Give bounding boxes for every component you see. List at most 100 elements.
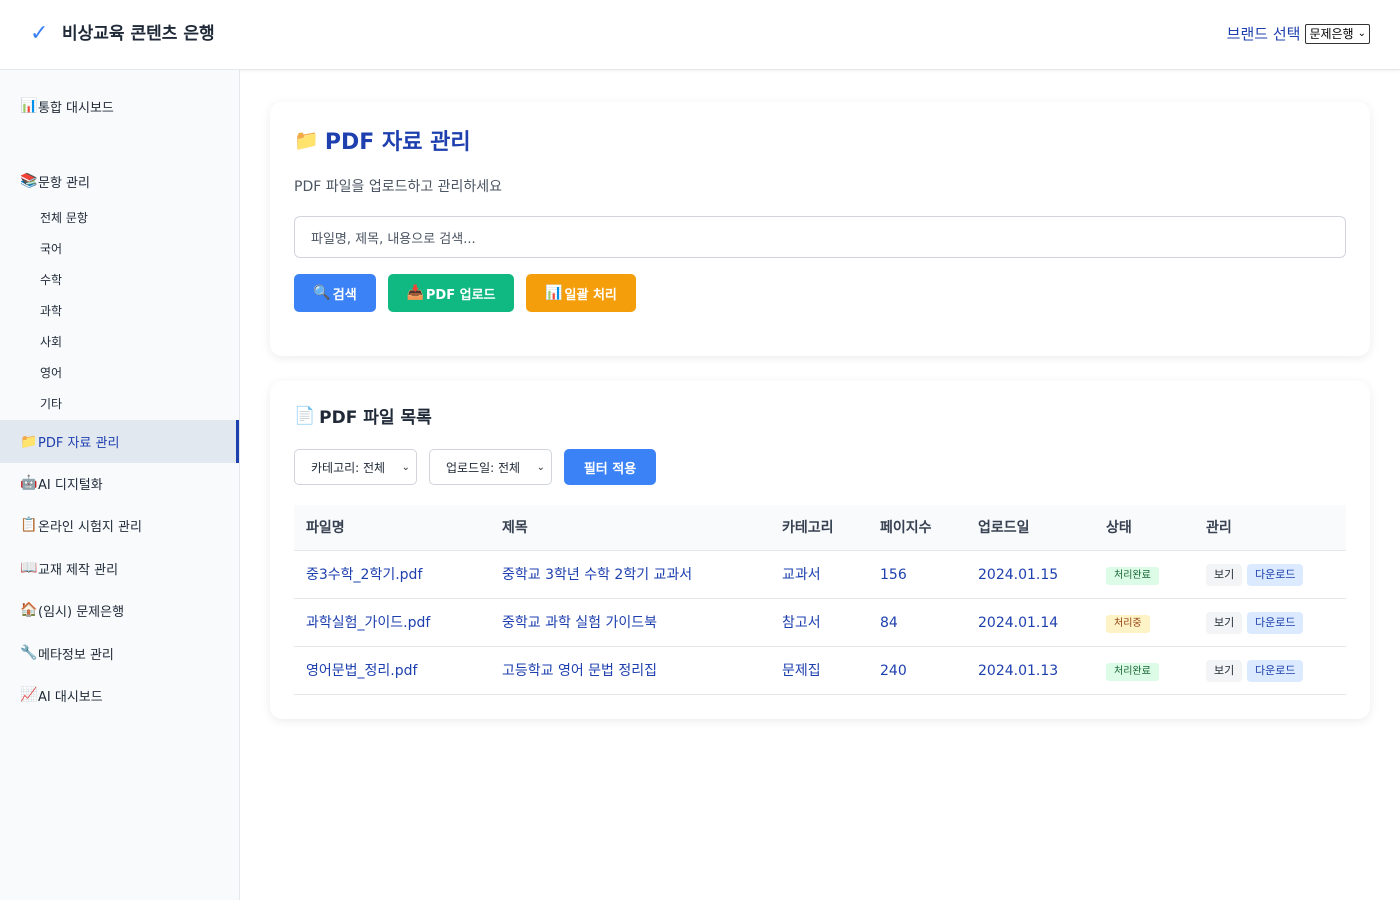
sidebar-item-label: 온라인 시험지 관리	[38, 519, 142, 535]
view-button[interactable]: 보기	[1206, 612, 1243, 634]
logo[interactable]: ✓ 비상교육 콘텐츠 은행	[30, 20, 215, 48]
sidebar-item-dashboard[interactable]: 📊 통합 대시보드	[0, 85, 239, 127]
sidebar-item-label: 메타정보 관리	[38, 647, 114, 663]
sidebar-item-label: (임시) 문제은행	[38, 604, 125, 620]
file-list-title: 📄 PDF 파일 목록	[294, 403, 432, 429]
magnifier-icon: 🔍	[313, 285, 331, 301]
bar-chart-icon: 📊	[545, 285, 563, 301]
books-icon: 📚	[20, 173, 38, 189]
brand-select[interactable]: 문제은행 ⌄	[1305, 23, 1370, 44]
pdf-upload-button[interactable]: 📥 PDF 업로드	[388, 274, 514, 312]
sidebar-item-temp-bank[interactable]: 🏠 (임시) 문제은행	[0, 589, 239, 631]
search-placeholder: 파일명, 제목, 내용으로 검색...	[311, 231, 476, 247]
app-title: 비상교육 콘텐츠 은행	[62, 24, 215, 44]
download-button[interactable]: 다운로드	[1247, 564, 1304, 586]
sidebar: 📊 통합 대시보드 📚 문항 관리 전체 문항 국어 수학 과학 사회 영어 기…	[0, 70, 240, 900]
folder-icon: 📁	[20, 433, 38, 450]
status-badge: 처리중	[1106, 615, 1150, 633]
sidebar-item-label: AI 디지털화	[38, 477, 103, 493]
chevron-down-icon: ⌄	[536, 461, 545, 473]
column-header: 페이지수	[880, 520, 932, 536]
bar-chart-icon: 📊	[20, 98, 38, 114]
search-button-label: 검색	[332, 287, 357, 303]
table-row: 중3수학_2학기.pdf 중학교 3학년 수학 2학기 교과서 교과서 156 …	[294, 551, 1346, 599]
house-icon: 🏠	[20, 602, 38, 618]
batch-process-button[interactable]: 📊 일괄 처리	[526, 274, 636, 312]
book-icon: 📖	[20, 560, 38, 576]
sidebar-item-ai-dashboard[interactable]: 📈 AI 대시보드	[0, 674, 239, 716]
file-list-card: 📄 PDF 파일 목록 카테고리: 전체 ⌄ 업로드일: 전체 ⌄ 필터 적용 …	[270, 381, 1370, 719]
download-button[interactable]: 다운로드	[1247, 612, 1304, 634]
sidebar-subitem-science[interactable]: 과학	[40, 301, 62, 321]
brand-selector: 브랜드 선택 문제은행 ⌄	[1227, 23, 1370, 44]
sidebar-subitem-korean[interactable]: 국어	[40, 239, 62, 259]
download-button[interactable]: 다운로드	[1247, 660, 1304, 682]
category-filter-value: 카테고리: 전체	[311, 460, 386, 475]
folder-icon: 📁	[294, 128, 319, 152]
file-title: 중학교 과학 실험 가이드북	[502, 615, 658, 631]
top-header: ✓ 비상교육 콘텐츠 은행 브랜드 선택 문제은행 ⌄	[0, 0, 1400, 70]
sidebar-item-label: 통합 대시보드	[38, 100, 114, 116]
column-header: 관리	[1206, 520, 1232, 536]
date-filter-select[interactable]: 업로드일: 전체 ⌄	[429, 449, 552, 485]
file-category: 참고서	[782, 615, 821, 631]
column-header: 업로드일	[978, 520, 1030, 536]
file-name[interactable]: 과학실험_가이드.pdf	[306, 599, 430, 647]
file-pages: 240	[880, 663, 907, 679]
column-header: 상태	[1106, 520, 1132, 536]
sidebar-item-online-exam[interactable]: 📋 온라인 시험지 관리	[0, 504, 239, 546]
brand-label: 브랜드 선택	[1226, 25, 1301, 43]
file-table: 파일명 제목 카테고리 페이지수 업로드일 상태 관리 중3수학_2학기.pdf…	[294, 505, 1346, 695]
table-row: 과학실험_가이드.pdf 중학교 과학 실험 가이드북 참고서 84 2024.…	[294, 599, 1346, 647]
column-header: 파일명	[306, 520, 345, 536]
sidebar-subitem-social[interactable]: 사회	[40, 332, 62, 352]
file-title: 고등학교 영어 문법 정리집	[502, 663, 658, 679]
view-button[interactable]: 보기	[1206, 660, 1243, 682]
sidebar-item-pdf[interactable]: 📁 PDF 자료 관리	[0, 420, 239, 463]
apply-filter-button[interactable]: 필터 적용	[564, 449, 656, 485]
sidebar-subitem-math[interactable]: 수학	[40, 270, 62, 290]
sidebar-item-ai-digital[interactable]: 🤖 AI 디지털화	[0, 462, 239, 504]
search-button[interactable]: 🔍 검색	[294, 274, 376, 312]
line-chart-icon: 📈	[20, 687, 38, 703]
file-name[interactable]: 중3수학_2학기.pdf	[306, 551, 422, 599]
file-date: 2024.01.13	[978, 663, 1059, 679]
sidebar-item-label: 교재 제작 관리	[38, 562, 119, 578]
file-title: 중학교 3학년 수학 2학기 교과서	[502, 567, 693, 583]
sidebar-item-textbook[interactable]: 📖 교재 제작 관리	[0, 547, 239, 589]
sidebar-item-questions[interactable]: 📚 문항 관리	[0, 160, 239, 202]
file-date: 2024.01.14	[978, 615, 1059, 631]
sidebar-subitem-english[interactable]: 영어	[40, 363, 62, 383]
table-header: 파일명 제목 카테고리 페이지수 업로드일 상태 관리	[294, 505, 1346, 551]
sidebar-item-label: PDF 자료 관리	[38, 436, 120, 451]
table-row: 영어문법_정리.pdf 고등학교 영어 문법 정리집 문제집 240 2024.…	[294, 647, 1346, 695]
file-category: 문제집	[782, 663, 821, 679]
file-name[interactable]: 영어문법_정리.pdf	[306, 647, 417, 695]
status-badge: 처리완료	[1106, 567, 1159, 585]
category-filter-select[interactable]: 카테고리: 전체 ⌄	[294, 449, 417, 485]
upload-button-label: PDF 업로드	[425, 287, 496, 303]
status-badge: 처리완료	[1106, 663, 1159, 681]
wrench-icon: 🔧	[20, 645, 38, 661]
page-title: 📁 PDF 자료 관리	[294, 124, 471, 156]
brand-select-value: 문제은행	[1309, 27, 1354, 41]
page-subtitle: PDF 파일을 업로드하고 관리하세요	[294, 179, 503, 195]
page-title-text: PDF 자료 관리	[324, 130, 471, 155]
clipboard-icon: 📋	[20, 517, 38, 533]
column-header: 카테고리	[782, 520, 834, 536]
sidebar-subitem-other[interactable]: 기타	[40, 394, 62, 414]
inbox-tray-icon: 📥	[406, 285, 424, 301]
file-pages: 156	[880, 567, 907, 583]
document-icon: 📄	[294, 405, 316, 426]
sidebar-item-metadata[interactable]: 🔧 메타정보 관리	[0, 632, 239, 674]
sidebar-subitem-all[interactable]: 전체 문항	[40, 208, 88, 228]
batch-button-label: 일괄 처리	[564, 287, 617, 303]
search-input[interactable]: 파일명, 제목, 내용으로 검색...	[294, 216, 1346, 258]
view-button[interactable]: 보기	[1206, 564, 1243, 586]
file-pages: 84	[880, 615, 898, 631]
file-date: 2024.01.15	[978, 567, 1059, 583]
date-filter-value: 업로드일: 전체	[446, 460, 521, 475]
pdf-manage-card: 📁 PDF 자료 관리 PDF 파일을 업로드하고 관리하세요 파일명, 제목,…	[270, 102, 1370, 356]
sidebar-item-label: 문항 관리	[38, 175, 90, 191]
sidebar-item-label: AI 대시보드	[38, 689, 103, 705]
